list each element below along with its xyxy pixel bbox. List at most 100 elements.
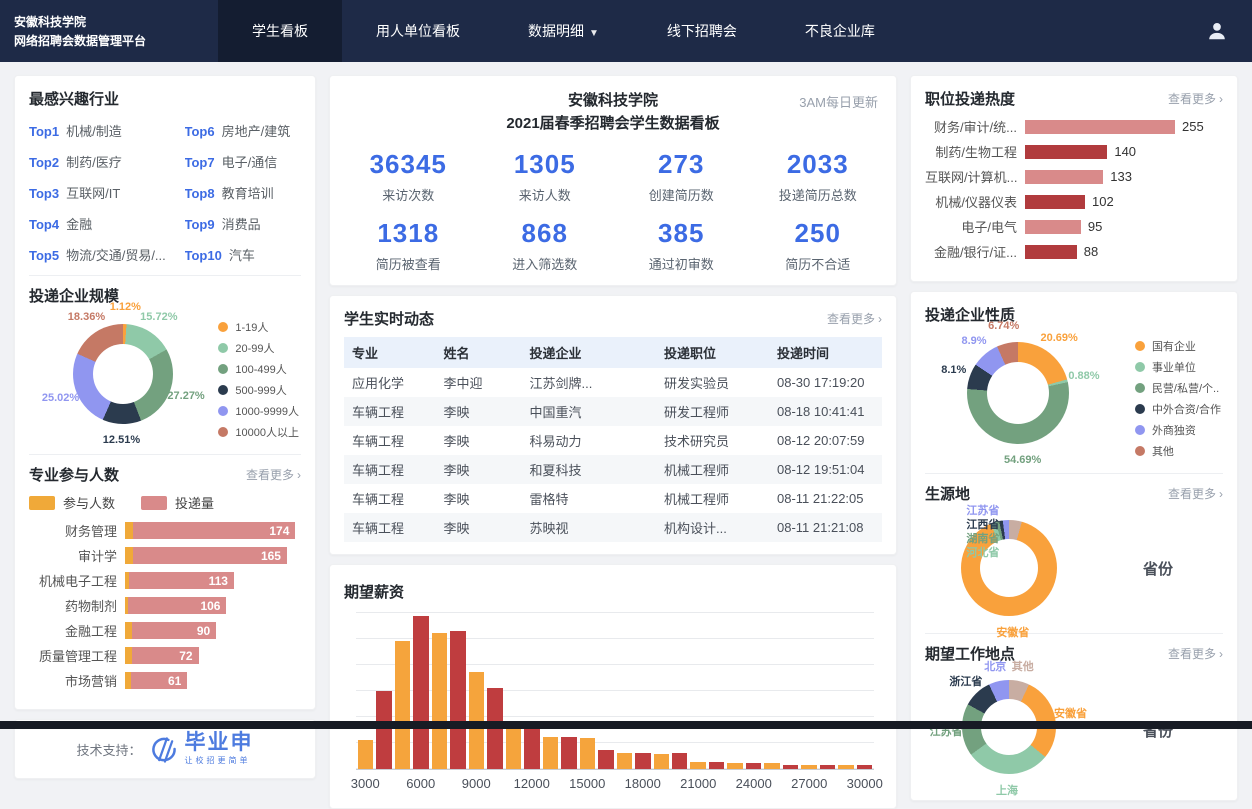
nav-tab[interactable]: 线下招聘会	[633, 0, 771, 62]
heat-bar	[1025, 245, 1077, 259]
donut-slice-label: 江西省	[966, 518, 999, 532]
legend-item: 民营/私营/个..	[1135, 380, 1221, 396]
major-participation-section: 专业参与人数 查看更多› 参与人数投递量财务管理174审计学165机械电子工程1…	[29, 464, 301, 689]
participant-bar	[125, 547, 133, 564]
donut-slice-label: 其他	[1012, 658, 1034, 674]
interest-industries-list: Top1机械/制造Top2制药/医疗Top3互联网/ITTop4金融Top5物流…	[29, 117, 301, 266]
bar-row: 机械/仪器仪表102	[925, 194, 1223, 209]
position-heat-chart: 财务/审计/统...255制药/生物工程140互联网/计算机...133机械/仪…	[925, 119, 1223, 259]
major-more-link[interactable]: 查看更多›	[246, 466, 301, 483]
donut: 安徽省江苏省江西省湖南省河北省	[961, 520, 1057, 616]
table-header: 姓名	[435, 337, 521, 368]
stat-item: 2033投递简历总数	[754, 149, 883, 204]
histogram-bar	[727, 763, 742, 769]
brand: 安徽科技学院 网络招聘会数据管理平台	[0, 0, 218, 62]
legend-item: 10000人以上	[218, 424, 299, 440]
origin-chart: 安徽省江苏省江西省湖南省河北省 省份	[925, 512, 1223, 624]
industry-item: Top1机械/制造	[29, 121, 177, 140]
donut-slice-label: 上海	[996, 782, 1018, 798]
stat-item: 868进入筛选数	[481, 218, 610, 273]
nav-tab[interactable]: 学生看板	[218, 0, 342, 62]
origin-title: 生源地	[925, 483, 970, 504]
activity-more-link[interactable]: 查看更多›	[827, 310, 882, 327]
table-header: 投递企业	[522, 337, 657, 368]
table-header: 投递时间	[769, 337, 882, 368]
nav-tab[interactable]: 不良企业库	[771, 0, 909, 62]
dashboard-body: 最感兴趣行业 Top1机械/制造Top2制药/医疗Top3互联网/ITTop4金…	[0, 62, 1252, 809]
table-row: 车辆工程李映中国重汽研发工程师08-18 10:41:41	[344, 397, 882, 426]
donut-slice-label: 8.1%	[941, 364, 966, 376]
delivery-bar: 106	[128, 597, 227, 614]
legend-item: 投递量	[141, 493, 214, 512]
legend-item: 500-999人	[218, 382, 299, 398]
legend-item: 事业单位	[1135, 359, 1221, 375]
legend-item: 外商独资	[1135, 422, 1221, 438]
histogram-bar	[838, 765, 853, 769]
legend-item: 国有企业	[1135, 338, 1221, 354]
heat-bar	[1025, 120, 1175, 134]
nav-tab[interactable]: 用人单位看板	[342, 0, 494, 62]
histogram-bar	[376, 691, 391, 770]
histogram-bar	[709, 762, 724, 769]
donut-slice-label: 6.74%	[988, 320, 1019, 332]
footer-bar	[0, 721, 1252, 729]
legend-item: 100-499人	[218, 361, 299, 377]
center-column: 3AM每日更新 安徽科技学院 2021届春季招聘会学生数据看板 36345来访次…	[329, 75, 897, 809]
table-row: 车辆工程李映科易动力技术研究员08-12 20:07:59	[344, 426, 882, 455]
bar-row: 互联网/计算机...133	[925, 169, 1223, 184]
heat-bar	[1025, 195, 1085, 209]
activity-panel: 学生实时动态 查看更多› 专业姓名投递企业投递职位投递时间应用化学李中迎江苏剑牌…	[329, 295, 897, 555]
company-size-donut: 1.12%15.72%27.27%12.51%25.02%18.36%	[29, 316, 217, 444]
industry-item: Top3互联网/IT	[29, 183, 177, 202]
company-nature-section: 投递企业性质 20.69%0.88%54.69%8.1%8.9%6.74% 国有…	[925, 304, 1223, 464]
nav-tab[interactable]: 数据明细▼	[494, 0, 633, 62]
interest-industries-section: 最感兴趣行业 Top1机械/制造Top2制药/医疗Top3互联网/ITTop4金…	[29, 88, 301, 266]
bar-row: 市场营销61	[29, 672, 301, 689]
table-header: 投递职位	[656, 337, 769, 368]
donut-slice-label: 安徽省	[1054, 705, 1087, 721]
donut-slice-label: 12.51%	[103, 434, 140, 446]
brand-line1: 安徽科技学院	[14, 13, 218, 32]
bar-row: 金融/银行/证...88	[925, 244, 1223, 259]
overview-stats: 36345来访次数1305来访人数273创建简历数2033投递简历总数1318简…	[344, 149, 882, 273]
histogram-bar	[580, 738, 595, 769]
x-tick-label: 27000	[791, 776, 827, 791]
legend-item: 1-19人	[218, 319, 299, 335]
histogram-bar	[524, 729, 539, 769]
bar-row: 质量管理工程72	[29, 647, 301, 664]
biyeshen-tagline: 让校招更简单	[185, 755, 254, 766]
histogram-bar	[746, 763, 761, 769]
expected-location-more-link[interactable]: 查看更多›	[1168, 645, 1223, 662]
donut: 1.12%15.72%27.27%12.51%25.02%18.36%	[73, 324, 173, 424]
donut-legend: 1-19人20-99人100-499人500-999人1000-9999人100…	[218, 314, 301, 445]
top-nav: 安徽科技学院 网络招聘会数据管理平台 学生看板用人单位看板数据明细▼线下招聘会不…	[0, 0, 1252, 62]
x-tick-label: 9000	[462, 776, 491, 791]
donut-hole	[987, 362, 1049, 424]
expected-location-section: 期望工作地点 查看更多› 其他安徽省上海江苏省浙江省北京 省份	[925, 643, 1223, 788]
industry-item: Top9消费品	[185, 214, 301, 233]
overview-panel: 3AM每日更新 安徽科技学院 2021届春季招聘会学生数据看板 36345来访次…	[329, 75, 897, 286]
salary-histogram: 3000600090001200015000180002100024000270…	[344, 612, 882, 796]
participant-bar	[125, 522, 133, 539]
position-heat-more-link[interactable]: 查看更多›	[1168, 90, 1223, 107]
donut-slice-label: 江苏省	[966, 504, 999, 518]
donut-legend: 国有企业事业单位民营/私营/个..中外合资/合作外商独资其他	[1135, 333, 1223, 464]
stat-item: 36345来访次数	[344, 149, 473, 204]
x-tick-label: 6000	[406, 776, 435, 791]
bar-row: 财务管理174	[29, 522, 301, 539]
industry-item: Top5物流/交通/贸易/...	[29, 245, 177, 264]
x-tick-label: 15000	[569, 776, 605, 791]
bar-row: 金融工程90	[29, 622, 301, 639]
activity-title: 学生实时动态	[344, 308, 434, 329]
user-avatar-icon[interactable]	[1206, 20, 1228, 42]
company-nature-chart: 20.69%0.88%54.69%8.1%8.9%6.74% 国有企业事业单位民…	[925, 333, 1223, 464]
origin-more-link[interactable]: 查看更多›	[1168, 485, 1223, 502]
left-panel: 最感兴趣行业 Top1机械/制造Top2制药/医疗Top3互联网/ITTop4金…	[14, 75, 316, 710]
salary-panel: 期望薪资 30006000900012000150001800021000240…	[329, 564, 897, 809]
histogram-bar	[820, 765, 835, 769]
donut-slice-label: 北京	[984, 658, 1006, 674]
donut-slice-label: 湖南省	[966, 532, 999, 546]
major-participation-chart: 参与人数投递量财务管理174审计学165机械电子工程113药物制剂106金融工程…	[29, 493, 301, 689]
histogram-bar	[672, 753, 687, 769]
donut-slice-label: 安徽省	[996, 624, 1029, 640]
